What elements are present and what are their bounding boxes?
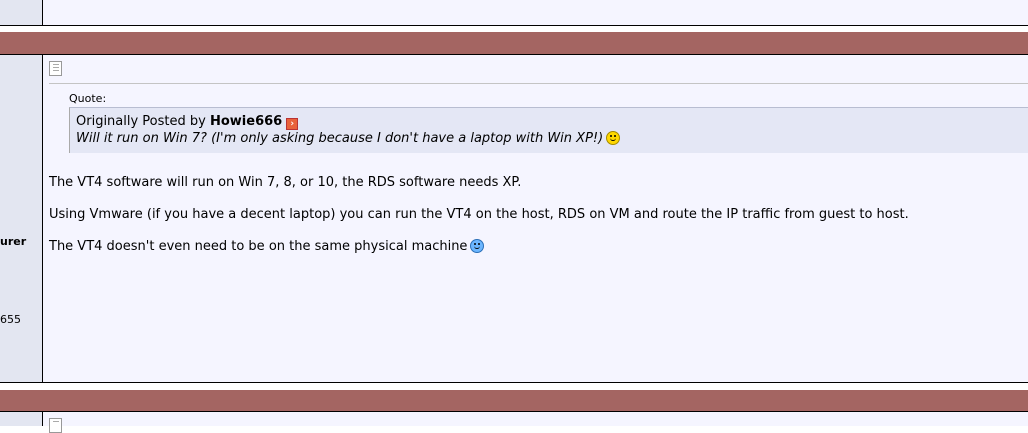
prev-post-body — [43, 0, 1028, 25]
quote-label: Quote: — [69, 92, 107, 105]
message-line-3: The VT4 doesn't even need to be on the s… — [49, 239, 485, 255]
message-line-2: Using Vmware (if you have a decent lapto… — [49, 207, 909, 222]
user-title: urer — [0, 235, 27, 248]
next-post-header-bar — [0, 390, 1028, 411]
next-post-body — [43, 412, 1028, 426]
quote-box: Originally Posted by Howie666 › Will it r… — [69, 107, 1028, 153]
smile-emoticon-icon — [606, 131, 621, 145]
message-line-1: The VT4 software will run on Win 7, 8, o… — [49, 175, 522, 190]
post-header-bar — [0, 32, 1028, 54]
view-post-arrow-icon[interactable]: › — [286, 118, 299, 130]
message-line-3-text: The VT4 doesn't even need to be on the s… — [49, 239, 468, 254]
quote-text: Will it run on Win 7? (I'm only asking b… — [76, 131, 604, 146]
quote-author[interactable]: Howie666 — [210, 114, 282, 129]
quote-prefix: Originally Posted by — [76, 114, 206, 129]
quote-attribution: Originally Posted by Howie666 › — [76, 114, 1028, 130]
next-post-sidebar — [0, 412, 42, 426]
post-document-icon — [49, 61, 62, 76]
prev-post-sidebar — [0, 0, 42, 25]
smile-blue-emoticon-icon — [470, 239, 485, 253]
prev-post-bottom-border — [0, 25, 1028, 26]
user-post-count: 655 — [0, 313, 21, 326]
user-info-sidebar — [0, 55, 42, 382]
post-bottom-border — [0, 382, 1028, 383]
quote-text-line: Will it run on Win 7? (I'm only asking b… — [76, 130, 1028, 147]
post-icon-separator — [49, 83, 1028, 84]
